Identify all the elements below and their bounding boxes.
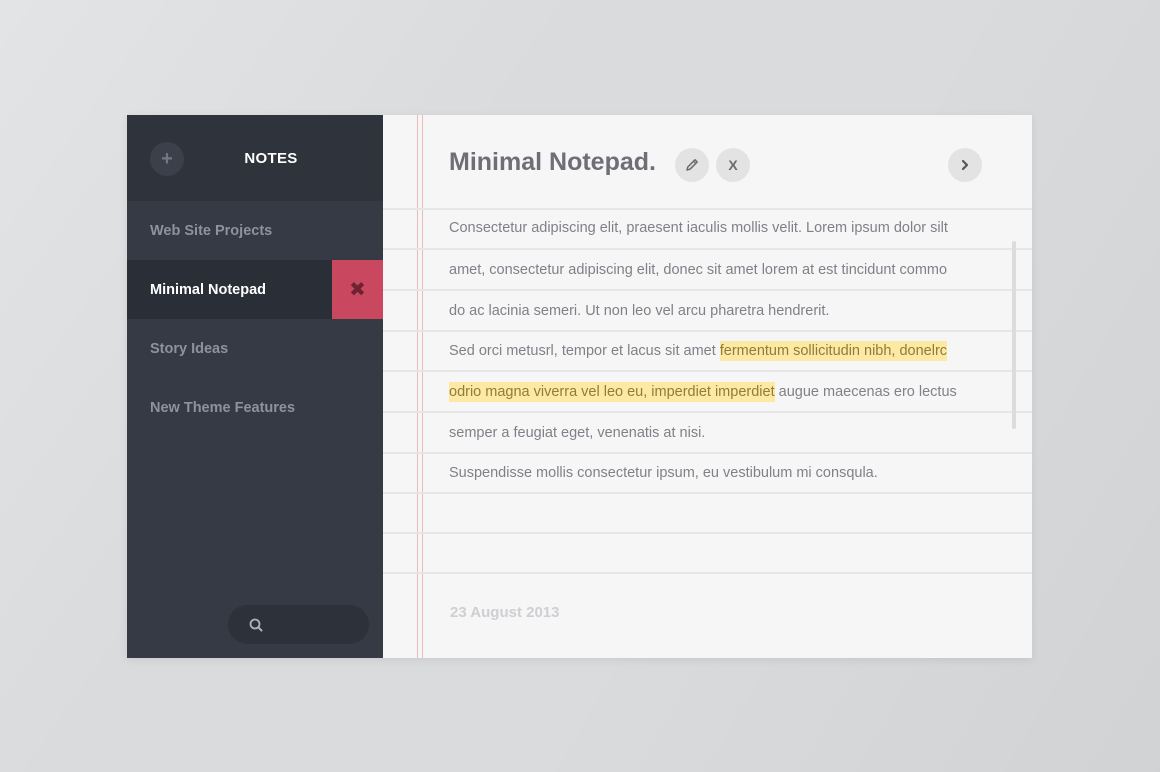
note-editor[interactable]: Minimal Notepad. X Consectetur adipiscin… (383, 115, 1032, 658)
ruled-line (383, 330, 1032, 332)
ruled-line (383, 248, 1032, 250)
close-icon: ✖ (349, 279, 366, 301)
margin-line (417, 115, 418, 658)
note-list: Web Site Projects Minimal Notepad ✖ Stor… (127, 201, 383, 437)
search-input[interactable] (228, 605, 369, 644)
chevron-right-icon (961, 159, 969, 171)
sidebar-item-story-ideas[interactable]: Story Ideas (127, 319, 383, 378)
highlighted-text: odrio magna viverra vel leo eu, imperdie… (449, 382, 775, 402)
note-text: Sed orci metusrl, tempor et lacus sit am… (449, 343, 720, 359)
note-text-line: Suspendisse mollis consectetur ipsum, eu… (449, 465, 878, 481)
sidebar-item-web-site-projects[interactable]: Web Site Projects (127, 201, 383, 260)
note-text-line: odrio magna viverra vel leo eu, imperdie… (449, 382, 982, 402)
notepad-app: + NOTES Web Site Projects Minimal Notepa… (127, 115, 1032, 658)
sidebar-title: NOTES (244, 150, 298, 167)
ruled-line (383, 532, 1032, 534)
sidebar-item-minimal-notepad[interactable]: Minimal Notepad ✖ (127, 260, 383, 319)
sidebar-item-label: New Theme Features (150, 399, 296, 416)
note-date: 23 August 2013 (450, 604, 560, 621)
sidebar: + NOTES Web Site Projects Minimal Notepa… (127, 115, 383, 658)
sidebar-item-label: Web Site Projects (150, 222, 273, 239)
ruled-line (383, 208, 1032, 210)
note-title: Minimal Notepad. (449, 148, 656, 176)
delete-note-button[interactable]: ✖ (332, 260, 383, 319)
scrollbar[interactable] (1012, 241, 1016, 429)
ruled-line (383, 289, 1032, 291)
close-button[interactable]: X (716, 148, 750, 182)
ruled-line (383, 411, 1032, 413)
close-label: X (728, 157, 738, 173)
note-text-line: amet, consectetur adipiscing elit, donec… (449, 262, 948, 278)
edit-button[interactable] (675, 148, 709, 182)
pencil-icon (686, 159, 698, 171)
ruled-line (383, 370, 1032, 372)
search-icon (249, 618, 263, 631)
sidebar-header: + NOTES (127, 115, 383, 201)
next-note-button[interactable] (948, 148, 982, 182)
sidebar-item-new-theme-features[interactable]: New Theme Features (127, 378, 383, 437)
highlighted-text: fermentum sollicitudin nibh, donelrc (719, 341, 948, 361)
note-text-line: Sed orci metusrl, tempor et lacus sit am… (449, 341, 982, 361)
margin-line (422, 115, 423, 658)
ruled-line (383, 492, 1032, 494)
ruled-line (383, 572, 1032, 574)
note-text-line: Consectetur adipiscing elit, praesent ia… (449, 220, 948, 236)
sidebar-item-label: Story Ideas (150, 340, 229, 357)
note-text-line: do ac lacinia semeri. Ut non leo vel arc… (449, 303, 830, 319)
note-text: augue maecenas ero lectus (774, 384, 957, 400)
sidebar-item-label: Minimal Notepad (150, 281, 267, 298)
note-text-line: semper a feugiat eget, venenatis at nisi… (449, 425, 706, 441)
ruled-line (383, 452, 1032, 454)
